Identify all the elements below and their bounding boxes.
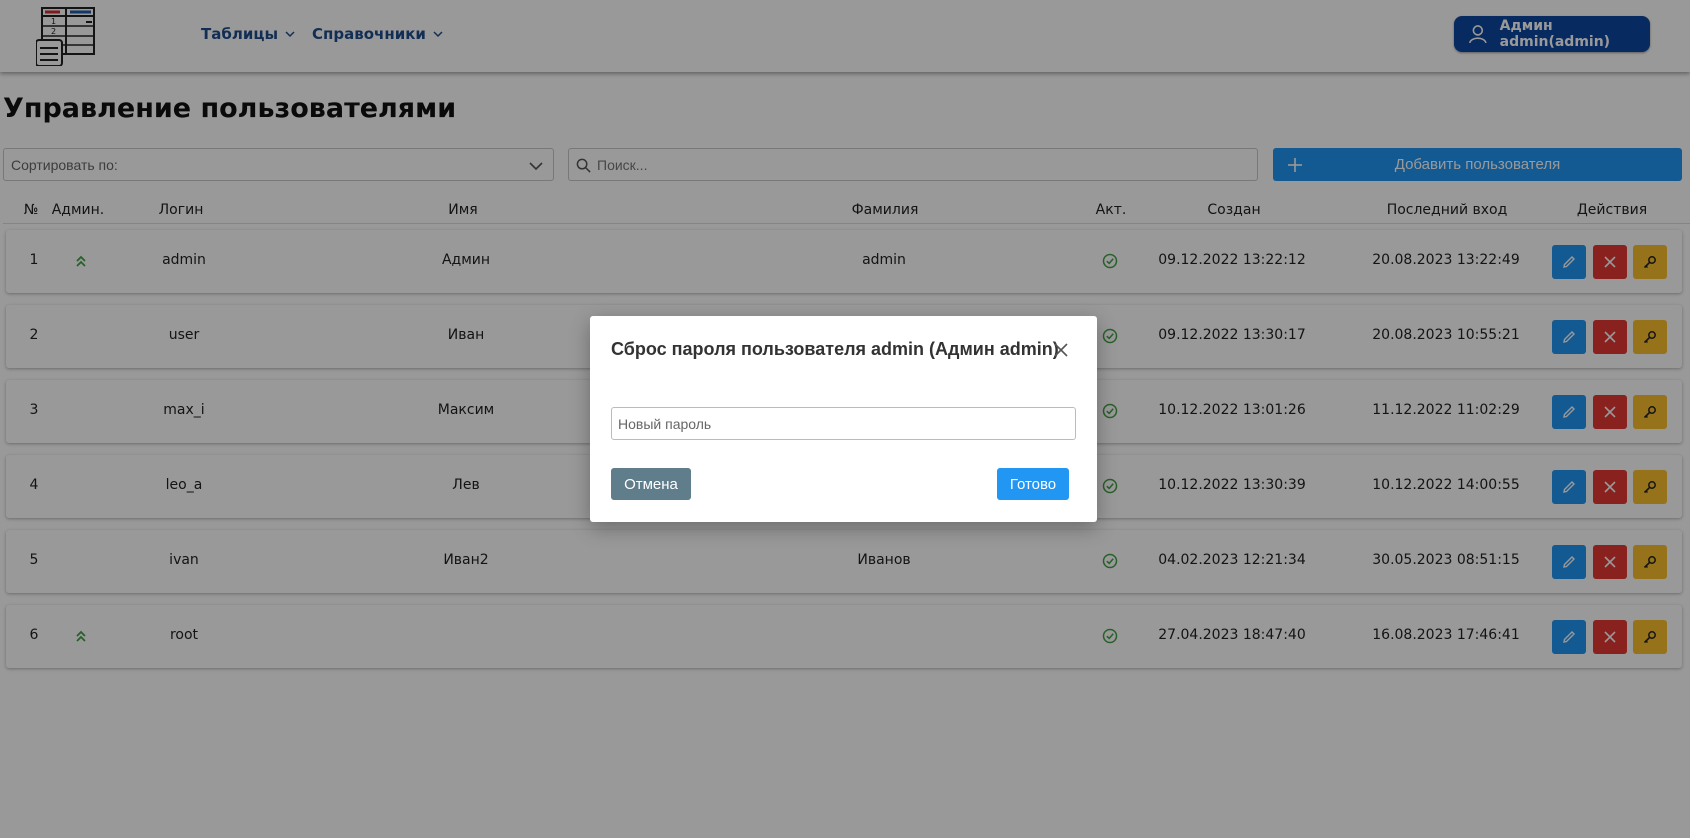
close-icon[interactable] [1054,343,1068,357]
cancel-button[interactable]: Отмена [611,468,691,500]
new-password-field[interactable] [611,407,1076,440]
dialog-title: Сброс пароля пользователя admin (Админ a… [611,339,1059,359]
confirm-button[interactable]: Готово [997,468,1069,500]
reset-password-dialog: Сброс пароля пользователя admin (Админ a… [590,316,1097,522]
